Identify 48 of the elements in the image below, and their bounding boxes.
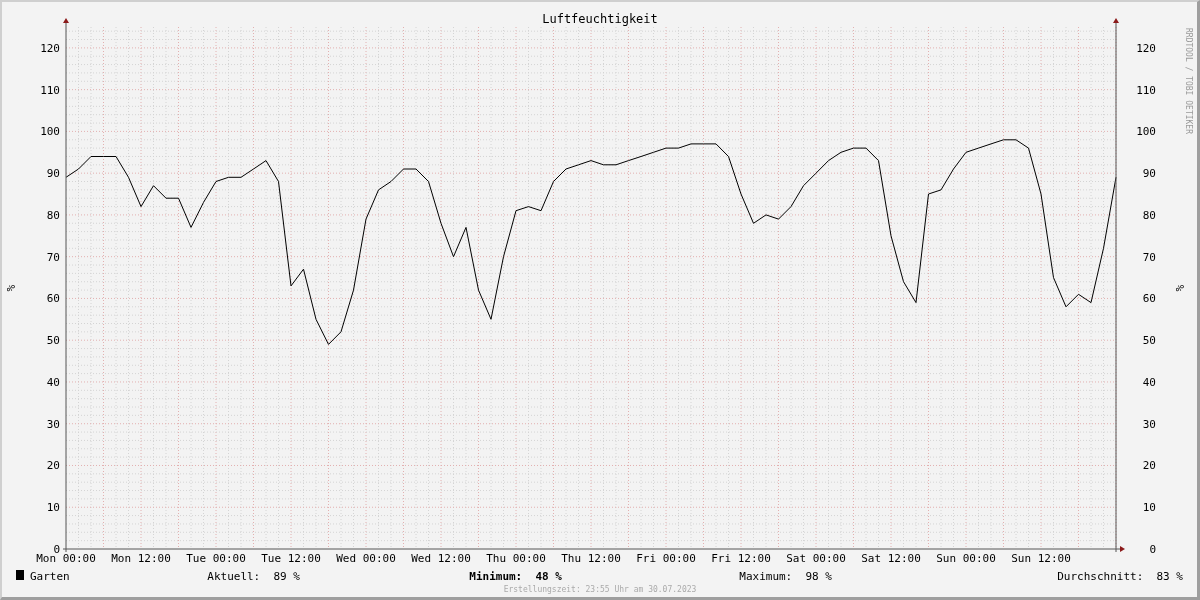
y-tick-label: 80 — [46, 208, 60, 222]
y-tick-label: 30 — [46, 417, 60, 431]
y-tick-label: 40 — [1142, 375, 1156, 389]
x-tick-label: Tue 12:00 — [261, 552, 321, 565]
y-tick-label: 120 — [1136, 41, 1156, 55]
credit-text: RRDTOOL / TOBI OETIKER — [1184, 28, 1193, 134]
legend-label: Garten — [30, 570, 70, 583]
chart-title: Luftfeuchtigkeit — [542, 12, 658, 26]
x-tick-label: Sat 12:00 — [861, 552, 921, 565]
y-tick-label: 70 — [1142, 250, 1156, 264]
x-tick-label: Fri 12:00 — [711, 552, 771, 565]
y-tick-label: 110 — [1136, 83, 1156, 97]
y-tick-label: 20 — [1142, 459, 1156, 473]
y-tick-label: 100 — [40, 125, 60, 139]
footer-text: Erstellungszeit: 23:55 Uhr am 30.07.2023 — [503, 585, 697, 594]
y-tick-label: 30 — [1142, 417, 1156, 431]
y-tick-label: 20 — [46, 459, 60, 473]
legend-stat: Maximum: 98 % — [739, 570, 832, 583]
y-tick-label: 10 — [1142, 501, 1156, 515]
y-tick-label: 70 — [46, 250, 60, 264]
x-tick-label: Sun 12:00 — [1011, 552, 1071, 565]
x-tick-label: Mon 12:00 — [111, 552, 171, 565]
y-tick-label: 60 — [46, 292, 60, 306]
legend-stat: Minimum: 48 % — [469, 570, 562, 583]
y-axis-label: % — [1173, 284, 1186, 292]
y-tick-label: 40 — [46, 375, 60, 389]
y-tick-label: 60 — [1142, 292, 1156, 306]
x-tick-label: Wed 00:00 — [336, 552, 396, 565]
y-tick-label: 80 — [1142, 208, 1156, 222]
y-tick-label: 100 — [1136, 125, 1156, 139]
x-tick-label: Thu 12:00 — [561, 552, 621, 565]
x-tick-label: Thu 00:00 — [486, 552, 546, 565]
legend-stat: Aktuell: 89 % — [207, 570, 300, 583]
y-tick-label: 0 — [1149, 543, 1156, 556]
x-tick-label: Sat 00:00 — [786, 552, 846, 565]
legend-stat: Durchschnitt: 83 % — [1057, 570, 1183, 583]
y-tick-label: 50 — [1142, 334, 1156, 348]
y-tick-label: 10 — [46, 501, 60, 515]
y-axis-label: % — [4, 284, 17, 292]
x-tick-label: Fri 00:00 — [636, 552, 696, 565]
x-tick-label: Tue 00:00 — [186, 552, 246, 565]
x-tick-label: Wed 12:00 — [411, 552, 471, 565]
y-tick-label: 90 — [46, 167, 60, 181]
y-tick-label: 90 — [1142, 167, 1156, 181]
y-tick-label: 110 — [40, 83, 60, 97]
x-tick-label: Sun 00:00 — [936, 552, 996, 565]
y-tick-label: 120 — [40, 41, 60, 55]
y-tick-label: 50 — [46, 334, 60, 348]
